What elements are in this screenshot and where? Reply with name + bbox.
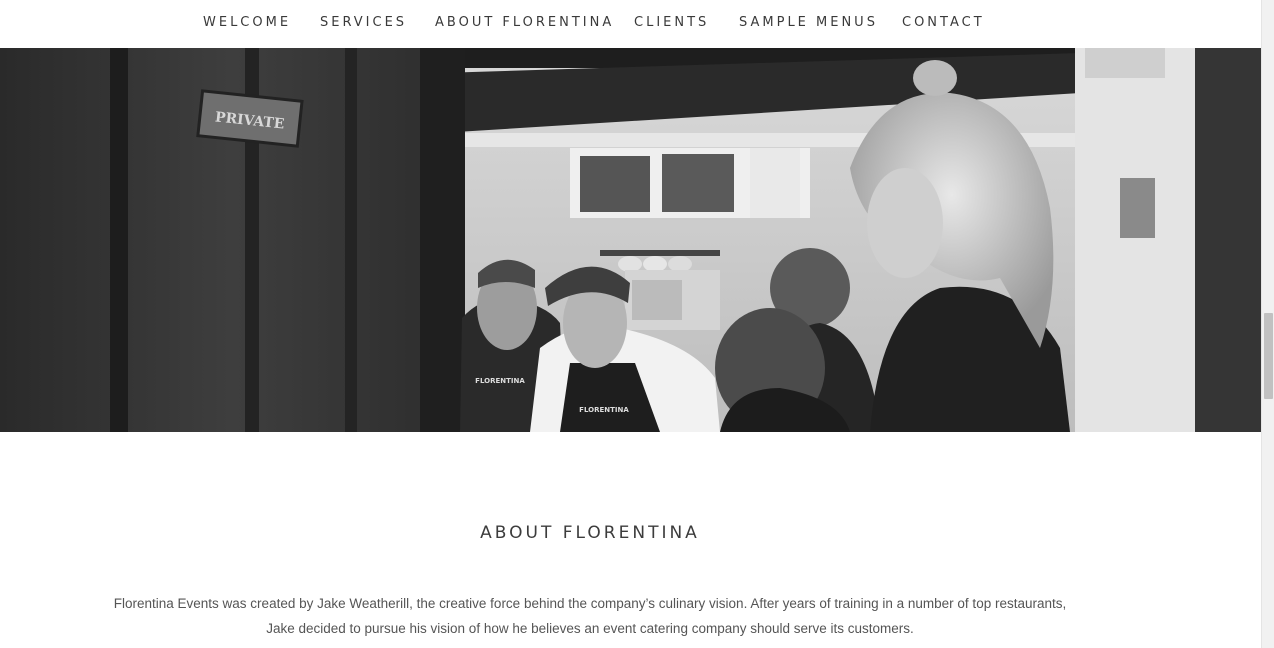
page-scrollbar[interactable] bbox=[1261, 0, 1274, 648]
main-nav: WELCOME SERVICES ABOUT FLORENTINA CLIENT… bbox=[0, 0, 1261, 48]
nav-about-florentina[interactable]: ABOUT FLORENTINA bbox=[435, 15, 614, 30]
hero-image: PRIVATE FLORENTINA FLORENTINA bbox=[0, 48, 1261, 432]
nav-contact[interactable]: CONTACT bbox=[902, 15, 985, 30]
nav-services[interactable]: SERVICES bbox=[320, 15, 407, 30]
apron-text-center: FLORENTINA bbox=[579, 406, 629, 414]
nav-clients[interactable]: CLIENTS bbox=[634, 15, 709, 30]
nav-welcome[interactable]: WELCOME bbox=[203, 15, 291, 30]
nav-sample-menus[interactable]: SAMPLE MENUS bbox=[739, 15, 878, 30]
scrollbar-thumb[interactable] bbox=[1264, 313, 1273, 399]
apron-text-left: FLORENTINA bbox=[475, 377, 525, 385]
about-title: ABOUT FLORENTINA bbox=[480, 523, 700, 543]
about-paragraph: Florentina Events was created by Jake We… bbox=[113, 596, 1067, 636]
hero-photo-kitchen: PRIVATE FLORENTINA FLORENTINA bbox=[0, 48, 1261, 432]
page: WELCOME SERVICES ABOUT FLORENTINA CLIENT… bbox=[0, 0, 1261, 648]
